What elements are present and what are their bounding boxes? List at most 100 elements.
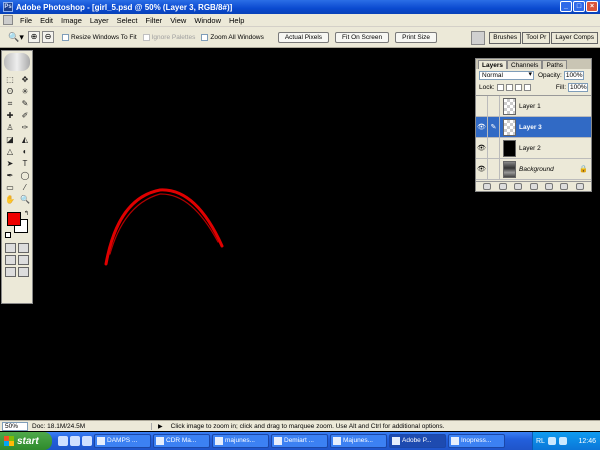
opacity-input[interactable]: 100% xyxy=(563,71,584,80)
notes-tool-icon[interactable]: ▭ xyxy=(3,182,17,193)
play-arrow-icon[interactable]: ▶ xyxy=(158,423,163,430)
minimize-button[interactable]: _ xyxy=(560,1,572,12)
actual-pixels-button[interactable]: Actual Pixels xyxy=(277,31,330,43)
menu-view[interactable]: View xyxy=(166,16,190,25)
shape-tool-icon[interactable]: ◯ xyxy=(18,170,32,181)
blur-tool-icon[interactable]: △ xyxy=(3,146,17,157)
menu-select[interactable]: Select xyxy=(113,16,142,25)
taskbar-item-active[interactable]: Adobe P... xyxy=(389,434,446,448)
lasso-tool-icon[interactable]: ʘ xyxy=(3,86,17,97)
lock-all-icon[interactable] xyxy=(523,84,531,91)
layer-row-layer-2[interactable]: 👁 Layer 2 xyxy=(476,137,591,159)
move-tool-icon[interactable]: ✥ xyxy=(18,74,32,85)
taskbar-item[interactable]: CDR Ma... xyxy=(153,434,210,448)
menu-edit[interactable]: Edit xyxy=(36,16,57,25)
document-size-info[interactable]: Doc: 18.1M/24.5M xyxy=(32,422,152,430)
standard-mode-icon[interactable] xyxy=(5,243,16,253)
tab-channels[interactable]: Channels xyxy=(506,60,543,69)
screen-mode-standard-icon[interactable] xyxy=(5,255,16,265)
zoom-tool-box-icon[interactable]: 🔍 xyxy=(18,194,32,205)
visibility-toggle[interactable] xyxy=(476,95,488,117)
marquee-tool-icon[interactable]: ⬚ xyxy=(3,74,17,85)
path-selection-tool-icon[interactable]: ➤ xyxy=(3,158,17,169)
eye-icon[interactable]: 👁 xyxy=(476,116,488,138)
eye-icon[interactable]: 👁 xyxy=(476,158,488,180)
swap-colors-icon[interactable]: ↰ xyxy=(24,210,29,217)
adjustment-layer-icon[interactable] xyxy=(544,183,553,190)
foreground-color-swatch[interactable] xyxy=(7,212,21,226)
type-tool-icon[interactable]: T xyxy=(18,158,32,169)
paint-bucket-tool-icon[interactable]: ◭ xyxy=(18,134,32,145)
tab-paths[interactable]: Paths xyxy=(542,60,568,69)
slice-tool-icon[interactable]: ✎ xyxy=(18,98,32,109)
language-indicator[interactable]: RL xyxy=(536,438,545,445)
taskbar-item[interactable]: DAMPS ... xyxy=(94,434,151,448)
menu-help[interactable]: Help xyxy=(225,16,248,25)
crop-tool-icon[interactable]: ⌗ xyxy=(3,98,17,109)
layer-row-layer-1[interactable]: Layer 1 xyxy=(476,95,591,117)
zoom-level-field[interactable]: 50% xyxy=(2,421,28,431)
media-player-icon[interactable] xyxy=(70,436,80,446)
eye-icon[interactable]: 👁 xyxy=(476,137,488,159)
screen-mode-black-icon[interactable] xyxy=(5,267,16,277)
taskbar-item[interactable]: Demiart ... xyxy=(271,434,328,448)
close-button[interactable]: × xyxy=(586,1,598,12)
lock-image-icon[interactable] xyxy=(505,84,513,91)
layer-row-layer-3[interactable]: 👁 ✎ Layer 3 xyxy=(476,116,591,138)
trash-icon[interactable] xyxy=(575,183,584,190)
clone-stamp-tool-icon[interactable]: ♙ xyxy=(3,122,17,133)
brush-icon[interactable]: ✎ xyxy=(488,116,500,138)
link-toggle[interactable] xyxy=(488,137,500,159)
layer-set-icon[interactable] xyxy=(529,183,538,190)
eyedropper-tool-icon[interactable]: ⁄ xyxy=(18,182,32,193)
menu-filter[interactable]: Filter xyxy=(142,16,167,25)
quick-mask-mode-icon[interactable] xyxy=(18,243,29,253)
jump-to-imageready-icon[interactable] xyxy=(18,267,29,277)
layer-mask-icon[interactable] xyxy=(514,183,523,190)
tray-icon[interactable] xyxy=(558,437,567,445)
document-icon[interactable] xyxy=(3,15,13,25)
maximize-button[interactable]: □ xyxy=(573,1,585,12)
layer-style-icon[interactable] xyxy=(498,183,507,190)
eraser-tool-icon[interactable]: ◪ xyxy=(3,134,17,145)
checkbox-box[interactable] xyxy=(201,33,209,41)
pen-tool-icon[interactable]: ✒ xyxy=(3,170,17,181)
lock-transparency-icon[interactable] xyxy=(496,84,504,91)
adobe-feather-icon[interactable] xyxy=(4,53,30,71)
zoom-all-windows-checkbox[interactable]: Zoom All Windows xyxy=(201,33,264,41)
taskbar-item[interactable]: majunes... xyxy=(212,434,269,448)
link-layers-icon[interactable] xyxy=(483,183,492,190)
lock-position-icon[interactable] xyxy=(514,84,522,91)
desktop-icon[interactable] xyxy=(82,436,92,446)
hand-tool-icon[interactable]: ✋ xyxy=(3,194,17,205)
screen-mode-full-icon[interactable] xyxy=(18,255,29,265)
history-brush-tool-icon[interactable]: ✑ xyxy=(18,122,32,133)
taskbar-item[interactable]: Inopress... xyxy=(448,434,505,448)
zoom-out-icon[interactable]: ⊖ xyxy=(42,31,54,43)
dodge-tool-icon[interactable]: ◐ xyxy=(18,146,32,157)
layer-row-background[interactable]: 👁 Background 🔒 xyxy=(476,158,591,180)
brushes-tab[interactable]: Brushes xyxy=(489,32,522,44)
tab-layers[interactable]: Layers xyxy=(478,60,507,69)
palette-well-icon[interactable] xyxy=(471,31,486,45)
link-toggle[interactable] xyxy=(488,95,500,117)
zoom-tool-icon[interactable]: 🔍▾ xyxy=(4,29,28,45)
print-size-button[interactable]: Print Size xyxy=(395,31,437,43)
checkbox-box[interactable] xyxy=(62,33,69,41)
menu-image[interactable]: Image xyxy=(57,16,86,25)
fill-input[interactable]: 100% xyxy=(568,83,588,92)
layer-comps-tab[interactable]: Layer Comps xyxy=(551,32,598,44)
magic-wand-tool-icon[interactable]: ✳ xyxy=(18,86,32,97)
brush-tool-icon[interactable]: ✐ xyxy=(18,110,32,121)
new-layer-icon[interactable] xyxy=(560,183,569,190)
link-toggle[interactable] xyxy=(488,158,500,180)
default-colors-icon[interactable] xyxy=(5,232,11,238)
ie-icon[interactable] xyxy=(58,436,68,446)
taskbar-item[interactable]: Majunes... xyxy=(330,434,387,448)
resize-windows-checkbox[interactable]: Resize Windows To Fit xyxy=(62,33,137,41)
tray-icon[interactable] xyxy=(547,437,556,445)
healing-brush-tool-icon[interactable]: ✚ xyxy=(3,110,17,121)
start-button[interactable]: start xyxy=(0,432,52,450)
blend-mode-select[interactable]: Normal xyxy=(479,71,534,80)
menu-window[interactable]: Window xyxy=(190,16,225,25)
